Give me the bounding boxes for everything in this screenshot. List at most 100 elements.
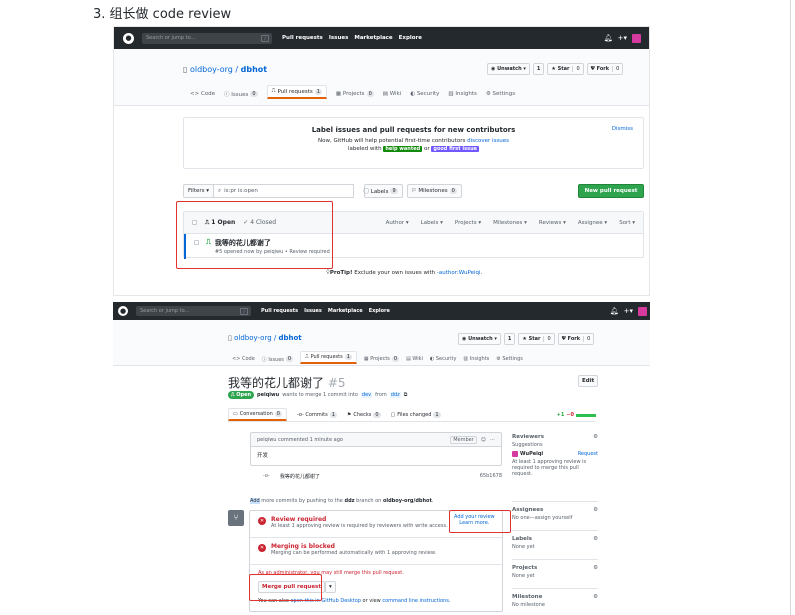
copy-icon[interactable]: ⧉: [404, 392, 408, 398]
tab-projects-label: ▦ Projects: [363, 356, 390, 362]
projects-filter[interactable]: Projects ▾: [455, 220, 481, 226]
tab-pull-requests[interactable]: ⎍ Pull requests 1: [300, 351, 357, 364]
labels-button[interactable]: ⃝ Labels 9: [364, 184, 403, 198]
merge-options-button[interactable]: ▾: [324, 581, 336, 593]
tab-issues[interactable]: ⓘ Issues 0: [224, 88, 258, 99]
tab-issues[interactable]: ⓘ Issues 0: [262, 354, 294, 364]
search-input[interactable]: Search or jump to... /: [142, 32, 272, 44]
tab-security[interactable]: ◐ Security: [410, 88, 439, 99]
help-wanted-label[interactable]: help wanted: [383, 146, 423, 152]
star-button[interactable]: ★ Star 0: [547, 63, 584, 75]
tab-issues-count: 0: [285, 356, 294, 362]
assignee-filter[interactable]: Assignee ▾: [578, 220, 607, 226]
pr-list-screenshot: ● Search or jump to... / Pull requests Is…: [113, 26, 650, 296]
watch-count[interactable]: 1: [503, 333, 516, 345]
create-new-icon[interactable]: +▾: [624, 307, 633, 315]
nav-explore[interactable]: Explore: [399, 35, 422, 41]
unwatch-button[interactable]: ◉ Unwatch ▾: [458, 333, 501, 345]
tab-projects[interactable]: ▦ Projects 0: [363, 354, 400, 364]
header-right: 🔔︎ +▾: [604, 27, 641, 49]
avatar[interactable]: [632, 33, 641, 43]
fork-button[interactable]: Ψ Fork 0: [557, 333, 595, 345]
head-branch[interactable]: ddz: [389, 392, 401, 398]
gear-icon[interactable]: ⚙: [593, 434, 598, 440]
commit-message[interactable]: 我等的花儿都谢了: [280, 473, 320, 480]
pr-author[interactable]: peiqiwu: [257, 392, 279, 398]
push-branch: ddz: [344, 498, 355, 504]
tab-wiki[interactable]: ▤ Wiki: [383, 88, 402, 99]
milestone-header[interactable]: Milestone ⚙: [512, 594, 598, 600]
reviews-filter[interactable]: Reviews ▾: [539, 220, 566, 226]
tab-files-changed[interactable]: ▢ Files changed 1: [391, 412, 441, 421]
tab-projects[interactable]: ▦ Projects 0: [336, 88, 374, 99]
nav-pull-requests[interactable]: Pull requests: [261, 308, 298, 314]
labels-section: Labels ⚙ None yet: [512, 536, 598, 560]
cli-instructions-link[interactable]: command line instructions: [382, 598, 448, 604]
discover-issues-link[interactable]: discover issues: [467, 138, 509, 144]
tab-code[interactable]: <> Code: [232, 354, 255, 364]
tab-insights[interactable]: ▥ Insights: [463, 354, 489, 364]
protip-link[interactable]: -author:WuPeiqi: [437, 270, 481, 276]
create-new-icon[interactable]: +▾: [618, 34, 627, 42]
watch-count[interactable]: 1: [532, 63, 545, 75]
gear-icon[interactable]: ⚙: [593, 565, 598, 571]
nav-issues[interactable]: Issues: [304, 308, 322, 314]
author-filter[interactable]: Author ▾: [386, 220, 409, 226]
tab-projects-count: 0: [391, 356, 400, 362]
tab-insights[interactable]: ▥ Insights: [448, 88, 476, 99]
notification-bell-icon[interactable]: 🔔︎: [604, 34, 613, 42]
tab-commits[interactable]: -o- Commits 1: [297, 412, 337, 421]
star-button[interactable]: ★ Star 0: [518, 333, 555, 345]
tab-security[interactable]: ◐ Security: [430, 354, 456, 364]
repo-owner-link[interactable]: oldboy-org: [190, 65, 233, 74]
more-icon[interactable]: ⋯: [490, 437, 495, 443]
github-logo-icon[interactable]: ●: [118, 306, 128, 316]
new-pull-request-button[interactable]: New pull request: [578, 184, 644, 198]
repo-name-link[interactable]: dbhot: [241, 65, 267, 74]
sort-filter[interactable]: Sort ▾: [619, 220, 635, 226]
nav-explore[interactable]: Explore: [369, 308, 390, 314]
tab-settings[interactable]: ⚙ Settings: [496, 354, 523, 364]
dismiss-button[interactable]: Dismiss: [612, 126, 633, 132]
request-review-link[interactable]: Request: [578, 451, 598, 457]
repo-name-link[interactable]: dbhot: [278, 334, 301, 342]
gear-icon[interactable]: ⚙: [593, 594, 598, 600]
notification-bell-icon[interactable]: 🔔︎: [610, 307, 619, 315]
fork-count: 0: [583, 336, 590, 342]
commit-sha[interactable]: 65b1678: [480, 473, 502, 480]
labels-header[interactable]: Labels ⚙: [512, 536, 598, 542]
tab-conversation[interactable]: ▭ Conversation 0: [228, 408, 287, 421]
projects-header[interactable]: Projects ⚙: [512, 565, 598, 571]
avatar[interactable]: [638, 306, 647, 316]
nav-issues[interactable]: Issues: [329, 35, 349, 41]
base-branch[interactable]: dev: [360, 392, 373, 398]
tab-pull-requests[interactable]: ⎍ Pull requests 1: [266, 85, 327, 99]
gear-icon[interactable]: ⚙: [593, 536, 598, 542]
labels-filter[interactable]: Labels ▾: [421, 220, 443, 226]
tab-code[interactable]: <> Code: [190, 88, 215, 99]
filters-button[interactable]: Filters ▾: [183, 184, 214, 198]
tab-checks[interactable]: ⚑ Checks 0: [347, 412, 381, 421]
repo-owner-link[interactable]: oldboy-org: [234, 334, 272, 342]
nav-marketplace[interactable]: Marketplace: [354, 35, 392, 41]
reaction-icon[interactable]: ☺: [481, 437, 486, 443]
tab-settings[interactable]: ⚙ Settings: [486, 88, 515, 99]
fork-label: Ψ Fork: [590, 66, 610, 72]
assignees-value[interactable]: No one—assign yourself: [512, 515, 598, 521]
github-logo-icon[interactable]: ●: [123, 32, 134, 44]
milestones-button[interactable]: ⚐ Milestones 0: [406, 184, 462, 198]
good-first-issue-label[interactable]: good first issue: [431, 146, 480, 152]
nav-pull-requests[interactable]: Pull requests: [282, 35, 323, 41]
search-input[interactable]: Search or jump to... /: [136, 306, 251, 316]
search-placeholder: Search or jump to...: [146, 34, 196, 41]
edit-button[interactable]: Edit: [578, 375, 599, 387]
unwatch-button[interactable]: ◉ Unwatch ▾: [487, 63, 530, 75]
milestones-filter[interactable]: Milestones ▾: [493, 220, 527, 226]
gear-icon[interactable]: ⚙: [593, 507, 598, 513]
filter-search-input[interactable]: ⌕ is:pr is:open: [214, 184, 354, 198]
fork-button[interactable]: Ψ Fork 0: [586, 63, 624, 75]
reviewers-header[interactable]: Reviewers ⚙: [512, 434, 598, 440]
assignees-header[interactable]: Assignees ⚙: [512, 507, 598, 513]
tab-wiki[interactable]: ▤ Wiki: [406, 354, 423, 364]
nav-marketplace[interactable]: Marketplace: [328, 308, 363, 314]
